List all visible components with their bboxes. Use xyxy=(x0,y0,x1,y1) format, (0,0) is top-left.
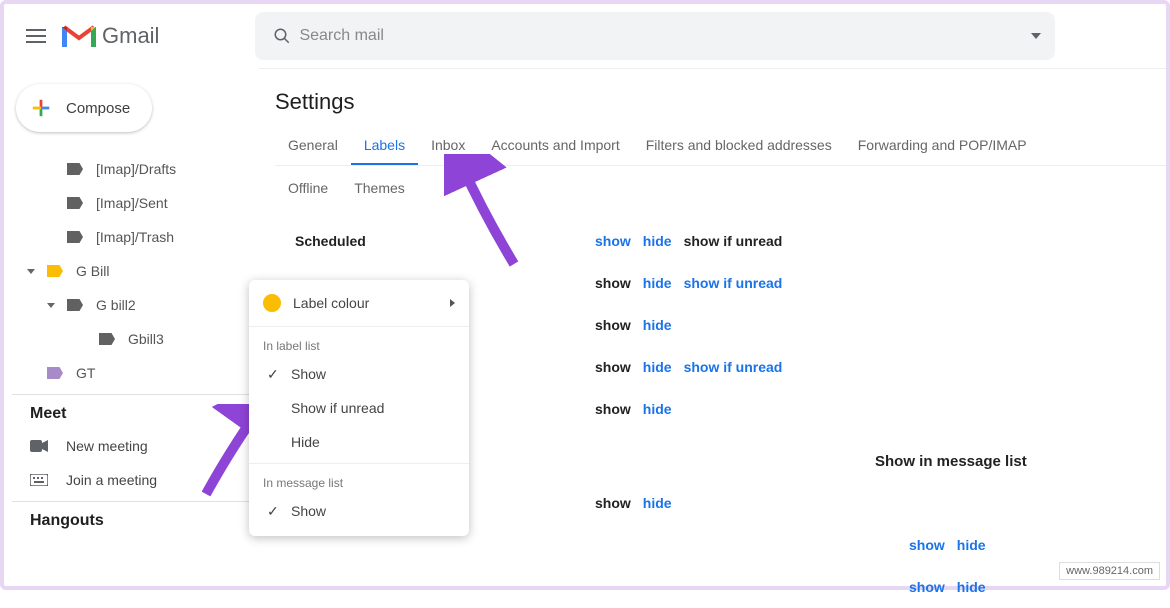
watermark: www.989214.com xyxy=(1059,562,1160,580)
action-show-current[interactable]: show xyxy=(595,359,631,375)
sidebar-item-gt[interactable]: GT xyxy=(12,356,251,390)
menu-item-hide-labellist[interactable]: Hide xyxy=(249,425,469,459)
main-menu-button[interactable] xyxy=(14,14,58,58)
menu-group-message-list: In message list xyxy=(249,468,469,494)
sidebar-item-label: [Imap]/Trash xyxy=(96,229,174,245)
action-hide[interactable]: hide xyxy=(957,579,986,595)
sidebar: Compose [Imap]/Drafts [Imap]/Sent [Imap]… xyxy=(4,68,259,586)
action-show-current[interactable]: show xyxy=(595,401,631,417)
sidebar-item-label: Gbill3 xyxy=(128,331,164,347)
sidebar-item-imap-sent[interactable]: [Imap]/Sent xyxy=(12,186,251,220)
chevron-down-icon xyxy=(47,303,55,308)
check-icon: ✓ xyxy=(267,503,291,520)
menu-label-colour[interactable]: Label colour xyxy=(249,290,469,322)
sidebar-item-gbill[interactable]: G Bill xyxy=(12,254,251,288)
join-meeting-label: Join a meeting xyxy=(66,472,157,488)
hangouts-section-title: Hangouts xyxy=(12,502,251,536)
sidebar-item-imap-trash[interactable]: [Imap]/Trash xyxy=(12,220,251,254)
check-icon: ✓ xyxy=(267,366,291,383)
tab-general[interactable]: General xyxy=(275,127,351,165)
menu-item-show-messagelist[interactable]: ✓ Show xyxy=(249,494,469,528)
menu-item-label: Show xyxy=(291,366,326,382)
video-camera-icon xyxy=(30,439,54,453)
action-hide[interactable]: hide xyxy=(643,359,672,375)
tab-forwarding[interactable]: Forwarding and POP/IMAP xyxy=(845,127,1040,165)
label-row-scheduled: Scheduled show hide show if unread xyxy=(295,220,1166,262)
label-icon xyxy=(64,229,86,245)
action-hide[interactable]: hide xyxy=(643,275,672,291)
hamburger-icon xyxy=(26,29,46,43)
action-show-current[interactable]: show xyxy=(595,317,631,333)
sidebar-item-label: GT xyxy=(76,365,95,381)
action-show[interactable]: show xyxy=(909,537,945,553)
label-icon xyxy=(44,365,66,381)
gmail-logo-icon xyxy=(62,23,96,49)
search-bar[interactable] xyxy=(255,12,1055,60)
label-context-menu: Label colour In label list ✓ Show Show i… xyxy=(249,280,469,536)
search-options-caret-icon[interactable] xyxy=(1031,33,1041,39)
collapse-toggle[interactable] xyxy=(42,303,60,308)
tab-offline[interactable]: Offline xyxy=(275,166,341,206)
menu-item-show-if-unread-labellist[interactable]: Show if unread xyxy=(249,391,469,425)
compose-button[interactable]: Compose xyxy=(16,84,152,132)
sidebar-item-label: [Imap]/Sent xyxy=(96,195,168,211)
menu-item-show-labellist[interactable]: ✓ Show xyxy=(249,357,469,391)
sidebar-item-label: G bill2 xyxy=(96,297,136,313)
plus-icon xyxy=(30,97,52,119)
chevron-down-icon xyxy=(27,269,35,274)
search-input[interactable] xyxy=(299,27,1045,45)
menu-label-colour-text: Label colour xyxy=(293,295,450,311)
label-icon xyxy=(64,195,86,211)
action-show-if-unread-current[interactable]: show if unread xyxy=(684,233,783,249)
sidebar-item-label: G Bill xyxy=(76,263,109,279)
menu-item-label: Hide xyxy=(291,434,320,450)
action-hide[interactable]: hide xyxy=(643,233,672,249)
settings-tabs: General Labels Inbox Accounts and Import… xyxy=(275,127,1166,166)
action-hide[interactable]: hide xyxy=(643,495,672,511)
user-label-row: show hide xyxy=(295,566,1166,608)
sidebar-item-gbill2[interactable]: G bill2 xyxy=(12,288,251,322)
tab-labels[interactable]: Labels xyxy=(351,127,418,165)
sidebar-item-imap-drafts[interactable]: [Imap]/Drafts xyxy=(12,152,251,186)
label-icon xyxy=(64,161,86,177)
search-icon xyxy=(265,27,299,45)
action-hide[interactable]: hide xyxy=(957,537,986,553)
action-show-current[interactable]: show xyxy=(595,495,631,511)
column-message-list: Show in message list xyxy=(875,453,1027,470)
action-show-if-unread[interactable]: show if unread xyxy=(684,275,783,291)
menu-group-label-list: In label list xyxy=(249,331,469,357)
action-show-if-unread[interactable]: show if unread xyxy=(684,359,783,375)
tab-filters[interactable]: Filters and blocked addresses xyxy=(633,127,845,165)
app-name: Gmail xyxy=(102,23,159,49)
sidebar-item-gbill3[interactable]: Gbill3 xyxy=(12,322,251,356)
action-hide[interactable]: hide xyxy=(643,317,672,333)
chevron-right-icon xyxy=(450,299,455,307)
action-show[interactable]: show xyxy=(909,579,945,595)
label-icon xyxy=(64,297,86,313)
menu-item-label: Show if unread xyxy=(291,400,384,416)
colour-swatch-icon xyxy=(263,294,281,312)
compose-label: Compose xyxy=(66,100,130,117)
action-hide[interactable]: hide xyxy=(643,401,672,417)
gmail-logo[interactable]: Gmail xyxy=(62,23,159,49)
annotation-arrow-icon xyxy=(444,154,534,274)
settings-title: Settings xyxy=(275,89,1166,115)
action-show[interactable]: show xyxy=(595,233,631,249)
menu-item-label: Show xyxy=(291,503,326,519)
tab-themes[interactable]: Themes xyxy=(341,166,418,206)
label-icon xyxy=(96,331,118,347)
collapse-toggle[interactable] xyxy=(22,269,40,274)
label-icon xyxy=(44,263,66,279)
sidebar-item-label: [Imap]/Drafts xyxy=(96,161,176,177)
keyboard-icon xyxy=(30,474,54,486)
new-meeting-label: New meeting xyxy=(66,438,148,454)
action-show-current[interactable]: show xyxy=(595,275,631,291)
